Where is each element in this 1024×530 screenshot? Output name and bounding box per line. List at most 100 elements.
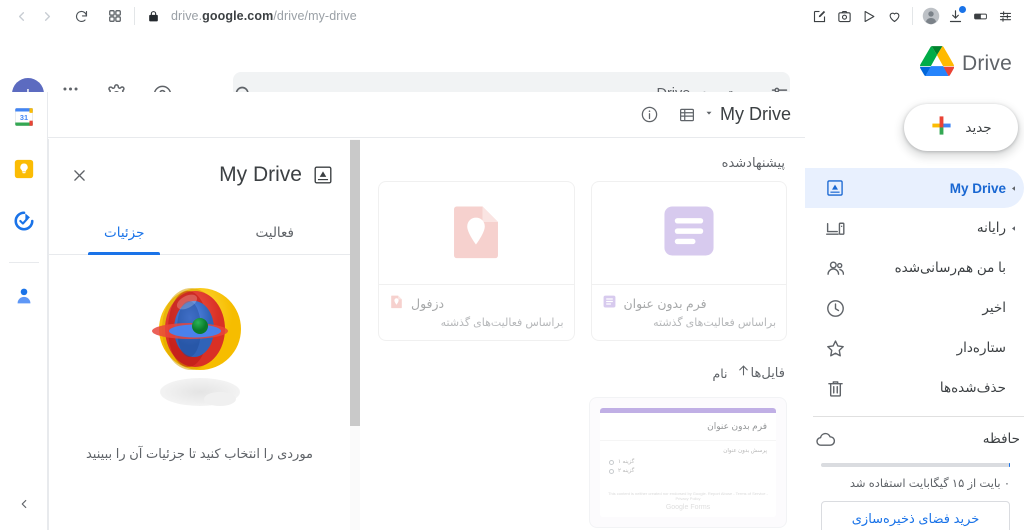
chevron-down-icon[interactable] [704, 108, 714, 121]
clock-icon [815, 298, 855, 319]
suggested-thumbnail [379, 182, 574, 284]
forms-icon [658, 200, 720, 267]
left-navigation-sidebar: جدید My Drive [805, 92, 1024, 530]
settings-sliders-icon[interactable] [993, 4, 1018, 29]
drive-header: Drive جستجو در Drive I [0, 32, 1024, 116]
forms-small-icon [602, 294, 617, 312]
details-empty-caption: موردی را انتخاب کنید تا جزئیات آن را ببی… [85, 446, 314, 461]
storage-usage-text: ۰ بایت از ۱۵ گیگابایت استفاده شد [849, 478, 1010, 490]
product-name: Drive [961, 51, 1012, 75]
edit-note-icon[interactable] [807, 4, 832, 29]
apps-rail: 31 [0, 92, 48, 530]
sidebar-item-computers[interactable]: رایانه [805, 208, 1024, 248]
details-panel-title: My Drive [219, 163, 302, 186]
files-grid: فرم بدون عنوان پرسش بدون عنوان گزینه ۱ گ… [378, 397, 787, 528]
url-path: /drive/my-drive [273, 9, 357, 23]
sidebar-item-label: رایانه [976, 220, 1006, 235]
breadcrumb[interactable]: My Drive [704, 104, 791, 125]
suggested-card-footer: فرم بدون عنوان براساس فعالیت‌های گذشته [591, 284, 786, 340]
new-button[interactable]: جدید [904, 104, 1018, 151]
suggested-card[interactable]: فرم بدون عنوان براساس فعالیت‌های گذشته [590, 181, 787, 341]
sidebar-item-google-contacts[interactable] [13, 285, 35, 307]
sidebar-item-google-tasks[interactable] [13, 210, 35, 232]
files-section-label: فایل‌ها [750, 365, 785, 380]
suggested-card-footer: دزفول براساس فعالیت‌های گذشته [379, 284, 574, 340]
close-icon[interactable] [65, 161, 93, 189]
suggested-card[interactable]: دزفول براساس فعالیت‌های گذشته [378, 181, 575, 341]
suggested-card-name-row: فرم بدون عنوان [602, 294, 777, 312]
form-thumb-brand: Google Forms [600, 504, 776, 517]
sidebar-item-recent[interactable]: اخیر [805, 288, 1024, 328]
sidebar-item-trash[interactable]: حذف‌شده‌ها [805, 368, 1024, 408]
files-section-header: فایل‌ها نام [378, 363, 787, 383]
form-thumb-option: گزینه ۱ [609, 459, 767, 465]
form-thumb-question: پرسش بدون عنوان [723, 448, 767, 454]
downloads-icon[interactable] [943, 4, 968, 29]
trash-icon [815, 378, 855, 399]
sidebar-item-shared-with-me[interactable]: با من هم‌رسانی‌شده [805, 248, 1024, 288]
file-card[interactable]: فرم بدون عنوان پرسش بدون عنوان گزینه ۱ گ… [589, 397, 787, 528]
address-bar[interactable]: drive.google.com/drive/my-drive [171, 9, 357, 23]
tab-grid-icon[interactable] [102, 3, 128, 29]
computer-icon [815, 218, 855, 239]
heart-icon[interactable] [882, 4, 907, 29]
sidebar-item-starred[interactable]: ستاره‌دار [805, 328, 1024, 368]
nav-items: My Drive رایانه [805, 168, 1024, 530]
sidebar-item-label: با من هم‌رسانی‌شده [894, 260, 1006, 275]
suggested-card-subtitle: براساس فعالیت‌های گذشته [653, 317, 776, 329]
sidebar-item-label: ستاره‌دار [956, 340, 1006, 355]
sidebar-item-google-calendar[interactable]: 31 [13, 106, 35, 128]
my-maps-pin-icon [445, 200, 507, 267]
sort-control[interactable]: نام [713, 363, 751, 383]
send-icon[interactable] [857, 4, 882, 29]
sidebar-item-my-drive[interactable]: My Drive [805, 168, 1024, 208]
details-panel: My Drive فعالیت جزئیات موردی را انتخاب ک… [48, 139, 350, 530]
details-panel-tabs: فعالیت جزئیات [49, 211, 350, 255]
screenshot-icon[interactable] [832, 4, 857, 29]
forward-arrow-icon[interactable] [34, 3, 60, 29]
chrome-divider-2 [912, 7, 913, 25]
form-thumb-title: فرم بدون عنوان [600, 413, 776, 441]
shared-people-icon [815, 258, 855, 279]
suggested-card-title: دزفول [411, 296, 445, 311]
reload-icon[interactable] [68, 3, 94, 29]
chrome-divider [134, 7, 135, 25]
reader-mode-icon[interactable] [968, 4, 993, 29]
main-content: پیشنهادشده [360, 139, 805, 530]
info-circle-icon[interactable] [632, 98, 666, 132]
tab-details[interactable]: جزئیات [49, 211, 200, 255]
storage-row[interactable]: حافظه [805, 417, 1024, 461]
url-subdomain: drive. [171, 9, 203, 23]
suggested-section-label: پیشنهادشده [721, 155, 785, 170]
url-domain: google.com [202, 9, 274, 23]
drive-brand[interactable]: Drive [919, 46, 1012, 81]
nested-sphere-illustration [140, 277, 260, 432]
rail-divider [8, 262, 39, 263]
tab-activity[interactable]: فعالیت [200, 211, 351, 254]
sidebar-item-label: حذف‌شده‌ها [939, 380, 1006, 395]
suggested-card-subtitle: براساس فعالیت‌های گذشته [440, 317, 564, 329]
sidebar-item-label: اخیر [982, 300, 1006, 315]
sidebar-item-google-keep[interactable] [13, 158, 35, 180]
collapse-rail-button[interactable] [0, 488, 48, 520]
svg-text:31: 31 [19, 113, 27, 122]
sort-label: نام [712, 366, 728, 381]
form-thumb-option-label: گزینه ۲ [618, 468, 635, 474]
browser-right-icons [807, 0, 1018, 32]
plus-colored-icon [930, 114, 953, 142]
profile-icon[interactable] [918, 4, 943, 29]
form-thumbnail: فرم بدون عنوان پرسش بدون عنوان گزینه ۱ گ… [600, 408, 776, 517]
back-arrow-icon[interactable] [8, 3, 34, 29]
lock-icon[interactable] [147, 10, 160, 23]
my-drive-box-icon [815, 178, 855, 198]
my-drive-box-icon [312, 164, 334, 186]
arrow-up-icon[interactable] [736, 363, 751, 383]
chevron-left-icon[interactable] [1006, 184, 1020, 193]
panel-scrollbar-thumb[interactable] [350, 140, 360, 426]
star-icon [815, 338, 855, 359]
my-maps-small-icon [389, 294, 404, 312]
list-view-icon[interactable] [670, 98, 704, 132]
form-thumb-fineprint: This content is neither created nor endo… [600, 486, 776, 504]
chevron-left-icon[interactable] [1006, 224, 1020, 233]
buy-storage-button[interactable]: خرید فضای ذخیره‌سازی [821, 501, 1010, 530]
